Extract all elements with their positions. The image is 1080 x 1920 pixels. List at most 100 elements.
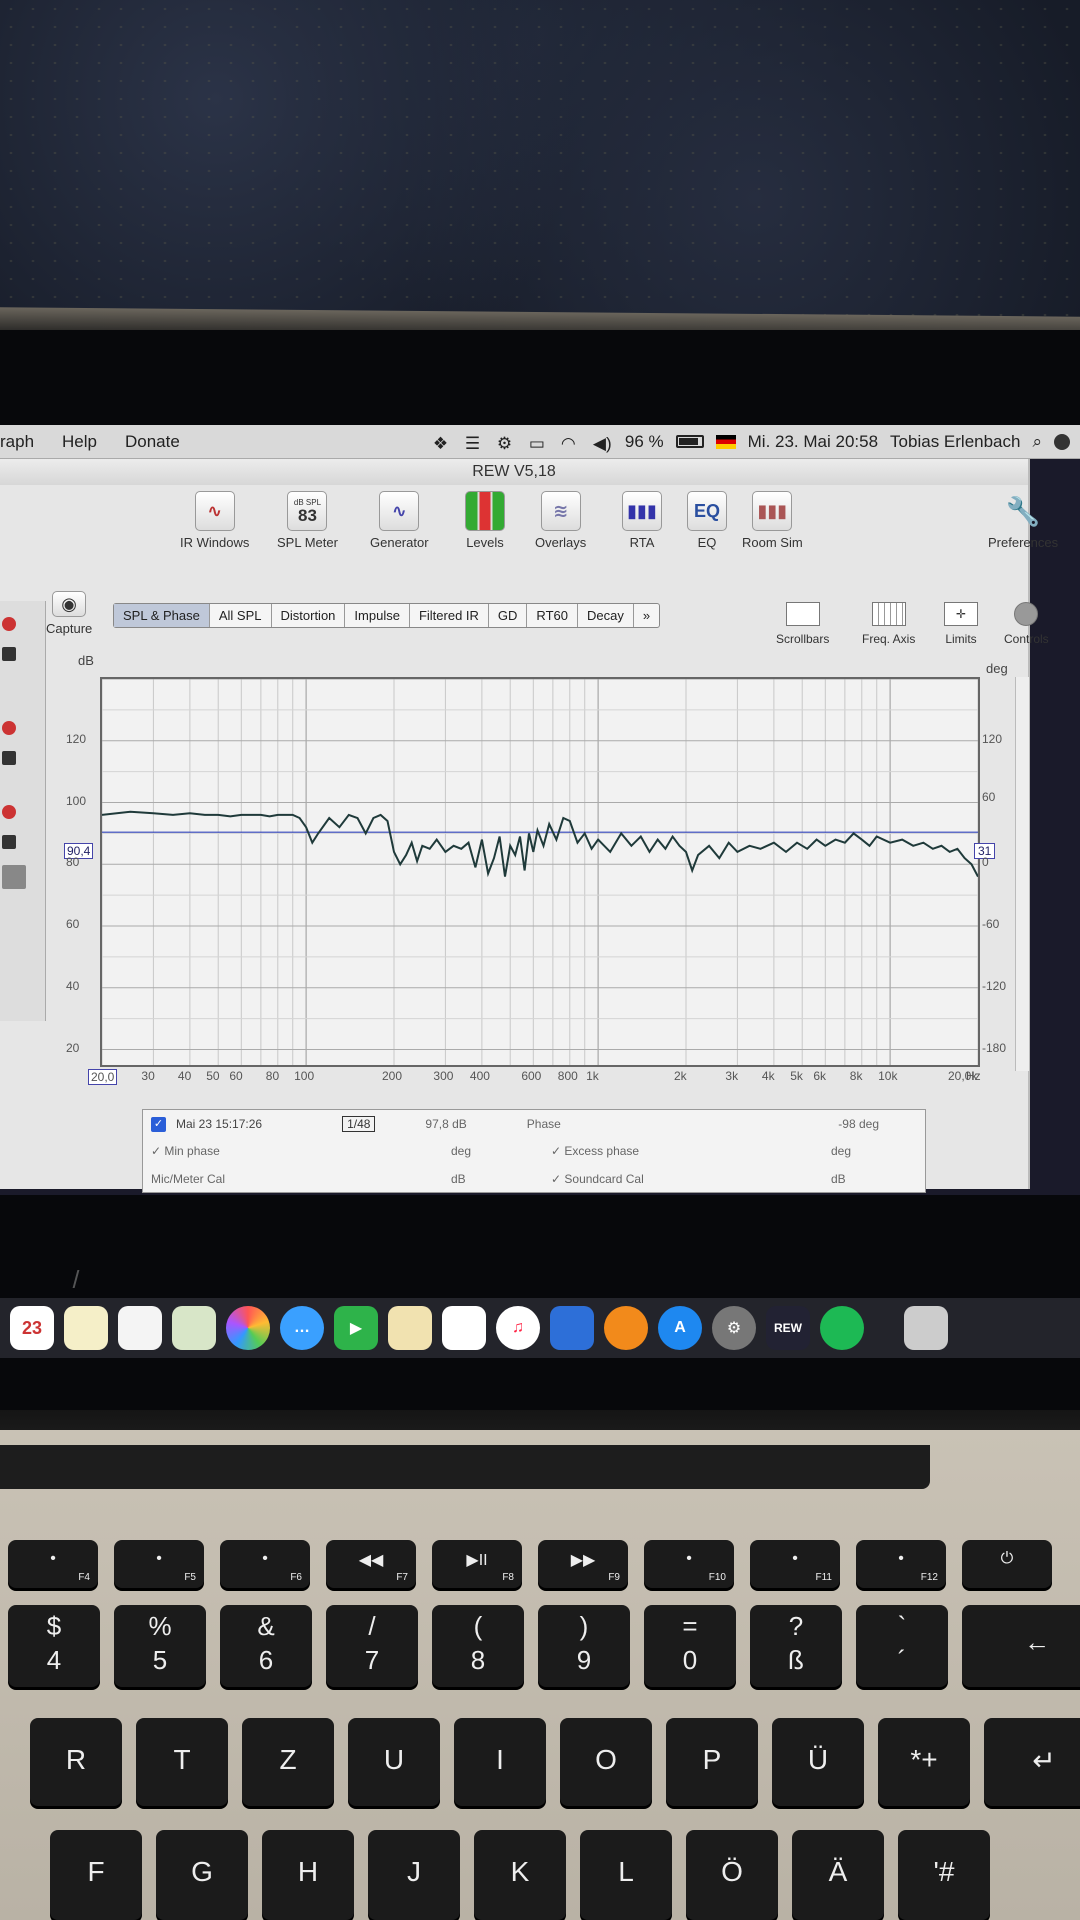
controls-control[interactable]: Controls (1004, 602, 1049, 646)
remove-measurement-icon-2[interactable] (2, 721, 16, 735)
smoothing-badge[interactable]: 1/48 (342, 1116, 376, 1132)
toolbar-preferences[interactable]: 🔧 Preferences (988, 491, 1058, 551)
key-f4[interactable]: • F4 (8, 1540, 98, 1588)
capture-button[interactable]: ◉ Capture (46, 591, 92, 636)
tab-more[interactable]: » (634, 604, 659, 627)
limits-control[interactable]: ✛ Limits (944, 602, 978, 646)
airplay-icon[interactable]: ▭ (529, 434, 549, 453)
menu-help[interactable]: Help (48, 432, 111, 452)
key-6[interactable]: & 6 (220, 1605, 312, 1687)
key-0[interactable]: = 0 (644, 1605, 736, 1687)
key-power[interactable]: ⏻ (962, 1540, 1052, 1588)
key-ü[interactable]: Ü (772, 1718, 864, 1806)
key-u[interactable]: U (348, 1718, 440, 1806)
key-f8[interactable]: ▶II F8 (432, 1540, 522, 1588)
save-measurement-icon[interactable] (2, 647, 16, 661)
key-g[interactable]: G (156, 1830, 248, 1920)
key-k[interactable]: K (474, 1830, 566, 1920)
key-↵[interactable]: ↵ (984, 1718, 1080, 1806)
toolbar-generator[interactable]: ∿ Generator (370, 491, 429, 550)
key-i[interactable]: I (454, 1718, 546, 1806)
facetime-app-icon[interactable]: ▶ (334, 1306, 378, 1350)
menu-graph[interactable]: raph (0, 432, 48, 452)
calendar-app-icon[interactable]: 23 (10, 1306, 54, 1350)
key-l[interactable]: L (580, 1830, 672, 1920)
key-*+[interactable]: *+ (878, 1718, 970, 1806)
key-f6[interactable]: • F6 (220, 1540, 310, 1588)
key-z[interactable]: Z (242, 1718, 334, 1806)
menu-donate[interactable]: Donate (111, 432, 194, 452)
tab-gd[interactable]: GD (489, 604, 528, 627)
spl-phase-graph[interactable] (100, 677, 980, 1067)
battery-icon[interactable] (675, 435, 704, 448)
tab-spl-phase[interactable]: SPL & Phase (114, 604, 210, 627)
volume-icon[interactable]: ◀) (593, 434, 613, 453)
save-measurement-icon-2[interactable] (2, 751, 16, 765)
key-f11[interactable]: • F11 (750, 1540, 840, 1588)
key-p[interactable]: P (666, 1718, 758, 1806)
messages-app-icon[interactable]: … (280, 1306, 324, 1350)
menubar-user[interactable]: Tobias Erlenbach (890, 432, 1020, 452)
numbers-app-icon[interactable] (442, 1306, 486, 1350)
menubar-clock[interactable]: Mi. 23. Mai 20:58 (748, 432, 878, 452)
tab-filtered-ir[interactable]: Filtered IR (410, 604, 489, 627)
keynote-app-icon[interactable] (550, 1306, 594, 1350)
vertical-scrollbar[interactable] (1015, 677, 1029, 1071)
itunes-app-icon[interactable]: ♫ (496, 1306, 540, 1350)
key-t[interactable]: T (136, 1718, 228, 1806)
tab-impulse[interactable]: Impulse (345, 604, 410, 627)
settings-gear-icon[interactable]: ⚙ (497, 434, 517, 453)
legend-min-phase[interactable]: ✓ Min phase (151, 1144, 451, 1158)
maps-app-icon[interactable] (172, 1306, 216, 1350)
ibooks-app-icon[interactable] (604, 1306, 648, 1350)
key-j[interactable]: J (368, 1830, 460, 1920)
legend-excess-phase[interactable]: ✓ Excess phase (551, 1144, 831, 1158)
legend-soundcard-cal[interactable]: ✓ Soundcard Cal (551, 1172, 831, 1186)
notification-center-icon[interactable] (1054, 433, 1070, 450)
key-ß[interactable]: ? ß (750, 1605, 842, 1687)
toolbar-levels[interactable]: Levels (465, 491, 505, 550)
key-f9[interactable]: ▶▶ F9 (538, 1540, 628, 1588)
tab-decay[interactable]: Decay (578, 604, 634, 627)
reminders-app-icon[interactable] (118, 1306, 162, 1350)
tab-distortion[interactable]: Distortion (272, 604, 346, 627)
menu-extra-icon[interactable]: ☰ (465, 434, 485, 453)
tab-all-spl[interactable]: All SPL (210, 604, 272, 627)
legend-mic-cal[interactable]: Mic/Meter Cal (151, 1172, 451, 1186)
key-f5[interactable]: • F5 (114, 1540, 204, 1588)
toolbar-ir-windows[interactable]: ∿ IR Windows (180, 491, 249, 550)
toolbar-overlays[interactable]: ≋ Overlays (535, 491, 586, 550)
remove-measurement-icon-3[interactable] (2, 805, 16, 819)
freq-axis-control[interactable]: Freq. Axis (862, 602, 915, 646)
key-´[interactable]: ` ´ (856, 1605, 948, 1687)
key-ö[interactable]: Ö (686, 1830, 778, 1920)
dropbox-icon[interactable]: ❖ (433, 434, 453, 453)
system-preferences-icon[interactable]: ⚙ (712, 1306, 756, 1350)
key-h[interactable]: H (262, 1830, 354, 1920)
notes-icon[interactable] (2, 865, 26, 889)
key-f10[interactable]: • F10 (644, 1540, 734, 1588)
legend-phase-label[interactable]: Phase (527, 1117, 561, 1131)
key-8[interactable]: (8 (432, 1605, 524, 1687)
key-r[interactable]: R (30, 1718, 122, 1806)
key-f12[interactable]: • F12 (856, 1540, 946, 1588)
toolbar-rta[interactable]: ▮▮▮ RTA (622, 491, 662, 550)
x-min-field[interactable]: 20,0 (88, 1069, 118, 1085)
key-9[interactable]: ) 9 (538, 1605, 630, 1687)
notes-app-icon[interactable] (64, 1306, 108, 1350)
key-f[interactable]: F (50, 1830, 142, 1920)
measurement-checkbox[interactable]: ✓ (151, 1116, 166, 1132)
rew-app-icon[interactable]: REW (766, 1306, 810, 1350)
spotify-app-icon[interactable] (820, 1306, 864, 1350)
key-5[interactable]: % 5 (114, 1605, 206, 1687)
save-measurement-icon-3[interactable] (2, 835, 16, 849)
key-4[interactable]: $4 (8, 1605, 100, 1687)
trash-icon[interactable] (904, 1306, 948, 1350)
tab-rt60[interactable]: RT60 (527, 604, 578, 627)
app-store-icon[interactable]: A (658, 1306, 702, 1350)
key-'#[interactable]: '# (898, 1830, 990, 1920)
key-f7[interactable]: ◀◀ F7 (326, 1540, 416, 1588)
toolbar-room-sim[interactable]: ▮▮▮ Room Sim (742, 491, 803, 550)
key-ä[interactable]: Ä (792, 1830, 884, 1920)
wifi-icon[interactable]: ◠ (561, 434, 581, 453)
